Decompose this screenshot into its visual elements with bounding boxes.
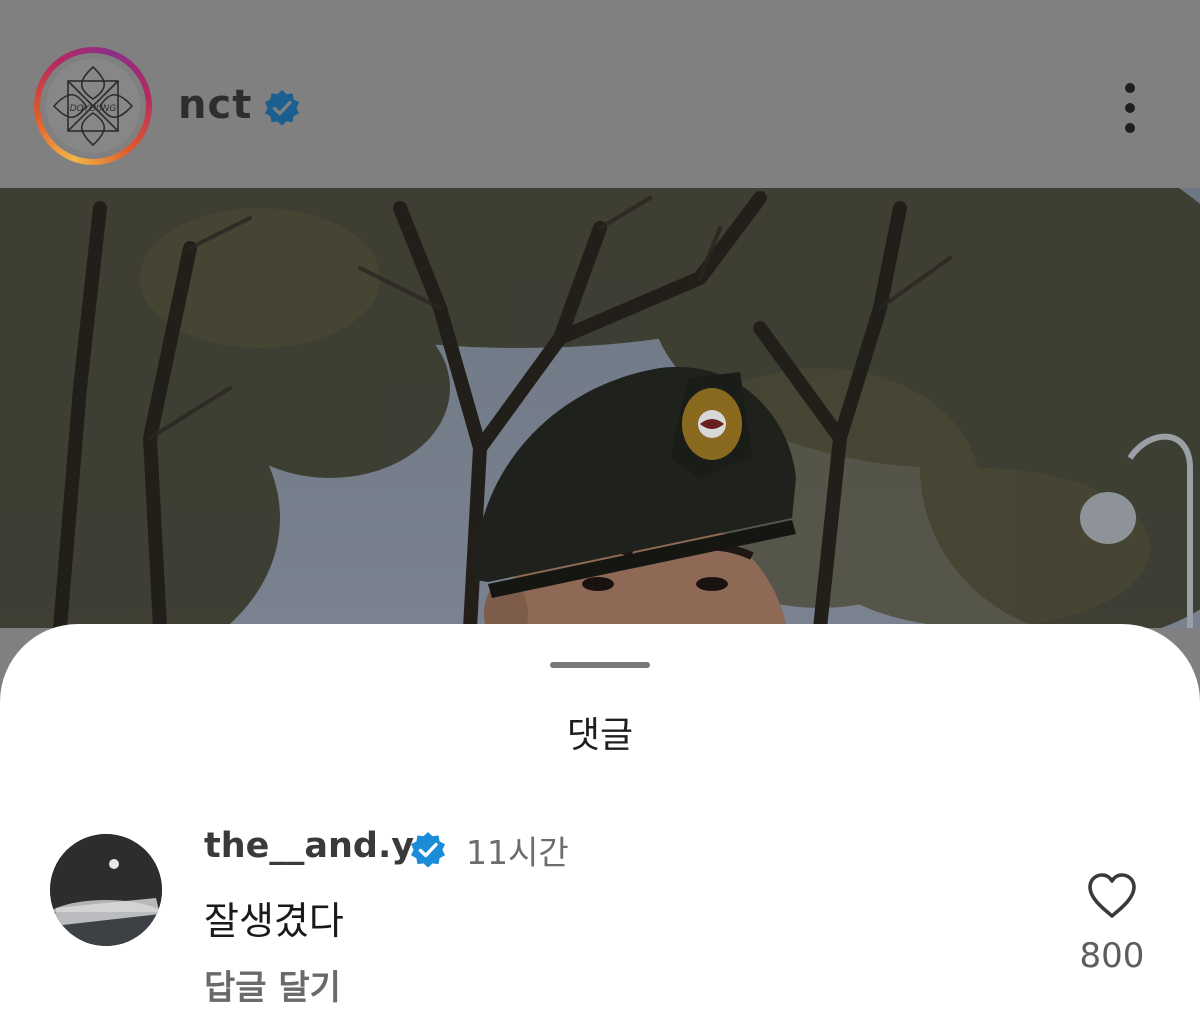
comment-avatar-image [50,834,162,946]
post-image [0,188,1200,628]
story-ring[interactable]: DOYOUNG [34,47,152,165]
verified-badge-icon [265,90,299,126]
post-username[interactable]: nct [178,82,252,128]
comment-text: 잘생겼다 [204,899,344,943]
drag-handle[interactable] [550,662,650,668]
profile-logo-icon: DOYOUNG [52,65,134,147]
heart-outline-icon[interactable] [1086,872,1138,920]
more-vertical-icon[interactable] [1110,80,1152,136]
verified-badge-icon [411,832,445,868]
avatar-frame: DOYOUNG [40,53,146,159]
avatar[interactable]: DOYOUNG [46,59,140,153]
comment-timestamp: 11시간 [466,833,569,872]
sheet-title: 댓글 [566,715,634,756]
like-count: 800 [1079,936,1145,976]
post-photo[interactable] [0,188,1200,628]
comment-username[interactable]: the__and.y [204,826,414,866]
svg-text:DOYOUNG: DOYOUNG [70,104,117,114]
avatar[interactable] [50,834,162,946]
reply-button[interactable]: 답글 달기 [204,960,341,1009]
comments-sheet: 댓글 the__and.y 11시간 잘생겼다 답글 달기 800 [0,624,1200,1026]
post-header: DOYOUNG nct [0,0,1200,188]
